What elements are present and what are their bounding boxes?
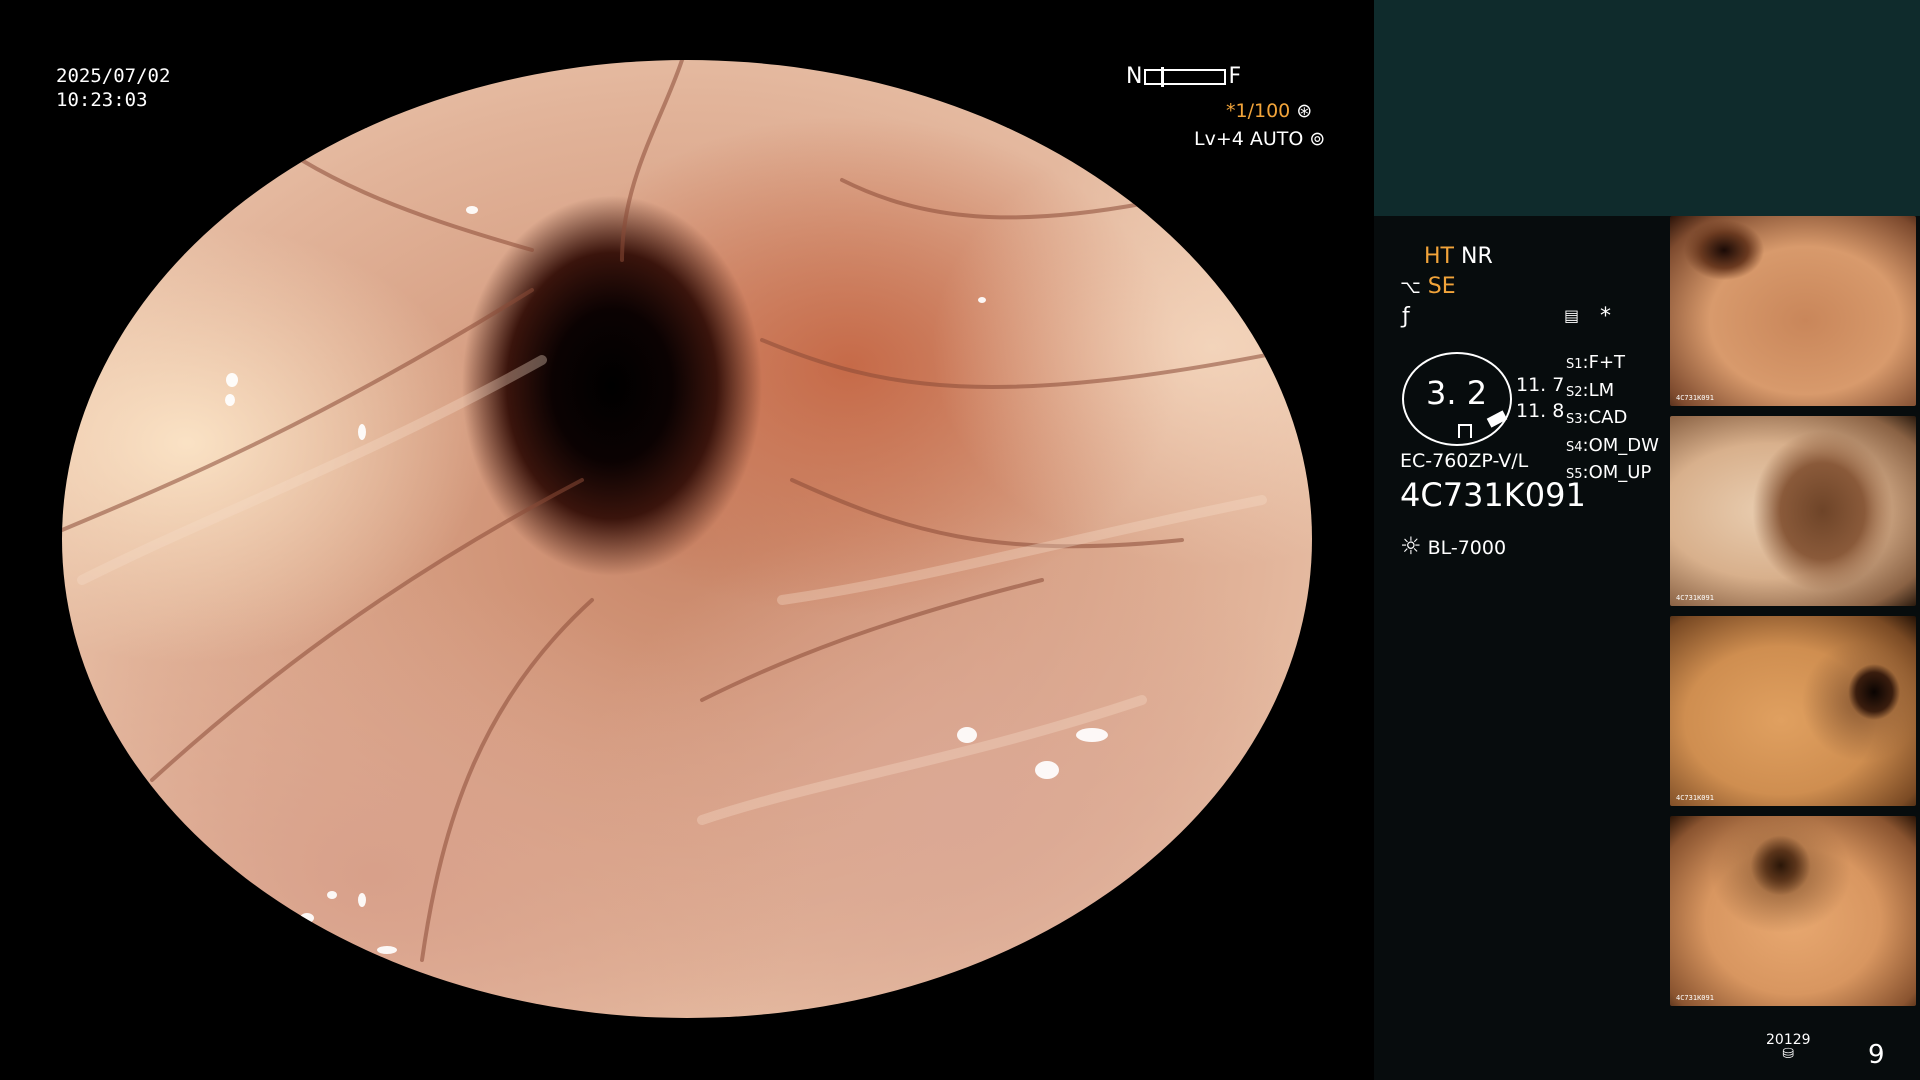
level-text: Lv+4 AUTO: [1194, 128, 1304, 150]
thumbnail-4[interactable]: 4C731K091: [1670, 816, 1916, 1006]
iris-icon: ⊚: [1309, 128, 1326, 150]
date-text: 2025/07/02: [56, 65, 171, 87]
freeze-icon: ƒ: [1402, 304, 1410, 329]
thumbnail-2[interactable]: 4C731K091: [1670, 416, 1916, 606]
light-icon: ☼: [1400, 532, 1422, 560]
shutter-text: *1/100: [1226, 100, 1291, 122]
mucosa-folds: [62, 60, 1294, 962]
focus-near-label: N: [1126, 64, 1143, 89]
endoscope-image: [62, 60, 1312, 1018]
score-value: 3. 2: [1426, 374, 1488, 412]
thumbnail-image: [1670, 616, 1916, 806]
page-number: 9: [1868, 1040, 1885, 1070]
reading-1: 11. 7: [1516, 374, 1565, 396]
structure-icon: ⌥: [1400, 277, 1421, 298]
readings: 11. 7 11. 8: [1516, 372, 1564, 424]
memory-icon: ▤: [1564, 306, 1580, 325]
time-text: 10:23:03: [56, 89, 148, 111]
preset-item: S3:CAD: [1566, 407, 1628, 428]
focus-scale: N F: [1126, 64, 1241, 89]
thumbnail-image: [1670, 416, 1916, 606]
preset-list: S1:F+T S2:LM S3:CAD S4:OM_DW S5:OM_UP: [1566, 350, 1659, 488]
thumbnail-1[interactable]: 4C731K091: [1670, 216, 1916, 406]
thumbnail-image: [1670, 216, 1916, 406]
scope-serial: 4C731K091: [1400, 476, 1586, 514]
reading-2: 11. 8: [1516, 400, 1565, 422]
thumbnail-label: 4C731K091: [1676, 794, 1714, 802]
asterisk-indicator: *: [1600, 304, 1611, 329]
preset-item: S4:OM_DW: [1566, 434, 1659, 456]
storage-icon: ⛁: [1782, 1046, 1795, 1062]
level-readout: Lv+4 AUTO ⊚: [1194, 128, 1325, 150]
nr-mode: NR: [1460, 244, 1493, 269]
focus-far-label: F: [1228, 64, 1242, 89]
light-source: ☼ BL-7000: [1400, 532, 1506, 560]
ht-mode: HT: [1424, 244, 1454, 269]
shutter-readout: *1/100 ⊛: [1226, 100, 1312, 122]
preset-key: S1: [1566, 357, 1583, 372]
preset-key: S4: [1566, 439, 1583, 455]
preset-value: LM: [1588, 379, 1615, 401]
preset-item: S1:F+T: [1566, 352, 1626, 373]
score-box: [1458, 424, 1472, 438]
storage-counter: 20129 ⛁: [1766, 1032, 1811, 1062]
thumbnail-3[interactable]: 4C731K091: [1670, 616, 1916, 806]
preset-value: CAD: [1588, 407, 1628, 428]
date-time: 2025/07/02 10:23:03: [56, 64, 170, 112]
preset-key: S3: [1566, 412, 1583, 427]
endoscope-view: 2025/07/02 10:23:03 N F *1/100 ⊛ Lv+4 AU…: [0, 0, 1372, 1080]
focus-bar: [1144, 66, 1227, 87]
mode-line-1: HT NR: [1424, 244, 1493, 269]
preset-item: S2:LM: [1566, 379, 1615, 401]
preset-value: OM_DW: [1588, 434, 1659, 456]
preset-key: S2: [1566, 384, 1583, 400]
thumbnail-image: [1670, 816, 1916, 1006]
side-panel-top: [1374, 0, 1920, 216]
scope-model: EC-760ZP-V/L: [1400, 450, 1529, 472]
se-mode: SE: [1427, 274, 1456, 299]
aperture-icon: ⊛: [1296, 100, 1313, 122]
thumbnail-label: 4C731K091: [1676, 994, 1714, 1002]
focus-indicator: [1160, 66, 1164, 87]
preset-value: OM_UP: [1588, 462, 1652, 483]
light-source-text: BL-7000: [1427, 537, 1507, 559]
thumbnail-label: 4C731K091: [1676, 394, 1714, 402]
mode-line-2: ⌥ SE: [1400, 274, 1456, 299]
thumbnail-label: 4C731K091: [1676, 594, 1714, 602]
preset-value: F+T: [1588, 352, 1626, 373]
